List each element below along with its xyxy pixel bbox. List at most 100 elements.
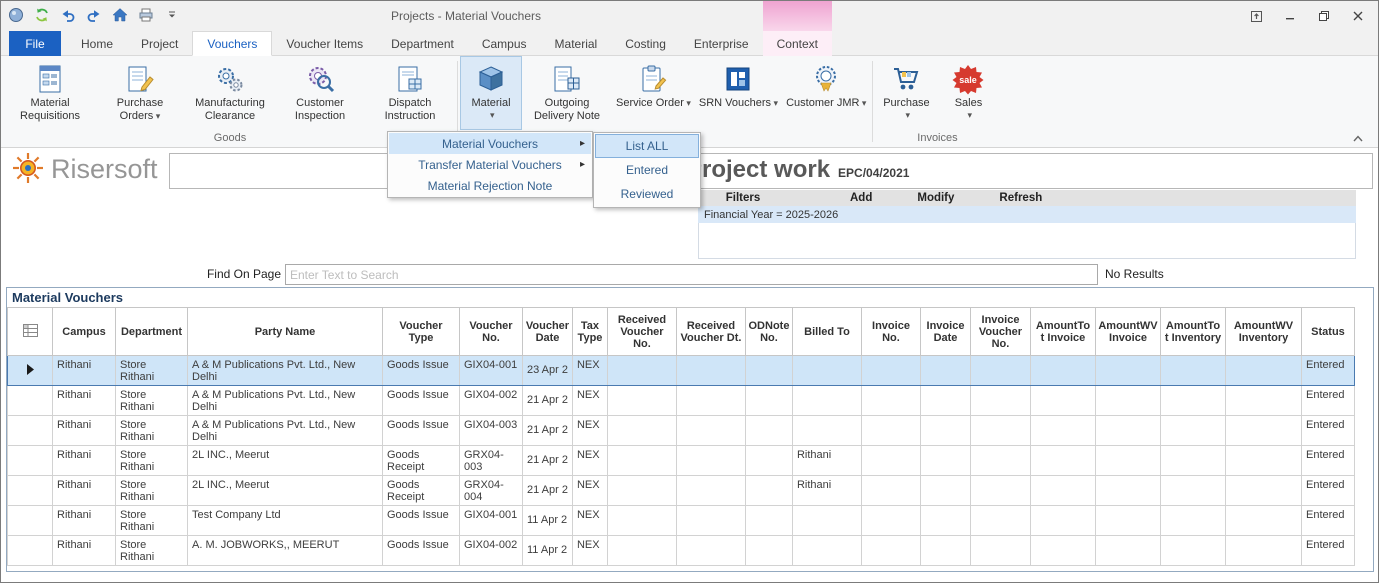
service-order-button[interactable]: Service Order ▾ xyxy=(612,56,695,130)
tab-voucher-items[interactable]: Voucher Items xyxy=(272,31,377,56)
cell xyxy=(1095,386,1160,416)
submenu-item-list-all[interactable]: List ALL xyxy=(595,134,699,158)
row-selector-header[interactable] xyxy=(8,308,53,356)
home-icon[interactable] xyxy=(111,6,129,24)
redo-icon[interactable] xyxy=(85,6,103,24)
filter-action-refresh-button[interactable]: Refresh xyxy=(999,192,1042,204)
dispatch-instruction-button[interactable]: Dispatch Instruction xyxy=(365,56,455,130)
menu-item-transfer-material-vouchers[interactable]: Transfer Material Vouchers▸ xyxy=(389,154,591,175)
app-icon[interactable] xyxy=(7,6,25,24)
column-header-invoice-no[interactable]: Invoice No. xyxy=(861,308,920,356)
customer-inspection-button[interactable]: Customer Inspection xyxy=(275,56,365,130)
material-button[interactable]: Material ▾ xyxy=(460,56,522,130)
table-row[interactable]: RithaniStore RithaniA & M Publications P… xyxy=(8,356,1355,386)
minimize-icon[interactable] xyxy=(1276,5,1304,27)
cell xyxy=(607,446,676,476)
column-header-amountwv-invoice[interactable]: AmountWV Invoice xyxy=(1095,308,1160,356)
menu-item-label: Material Vouchers xyxy=(442,137,538,151)
row-selector-cell[interactable] xyxy=(8,446,53,476)
row-selector-cell[interactable] xyxy=(8,386,53,416)
table-row[interactable]: RithaniStore RithaniA & M Publications P… xyxy=(8,416,1355,446)
outgoing-delivery-note-button[interactable]: Outgoing Delivery Note xyxy=(522,56,612,130)
srn-vouchers-button[interactable]: SRN Vouchers ▾ xyxy=(695,56,782,130)
column-header-billed-to[interactable]: Billed To xyxy=(792,308,861,356)
table-row[interactable]: RithaniStore RithaniA & M Publications P… xyxy=(8,386,1355,416)
cell: Rithani xyxy=(53,416,116,446)
cell xyxy=(745,416,792,446)
menu-item-material-rejection-note[interactable]: Material Rejection Note xyxy=(389,175,591,196)
material-requisitions-button[interactable]: Material Requisitions xyxy=(5,56,95,130)
cell: Rithani xyxy=(53,536,116,566)
cell xyxy=(607,416,676,446)
tab-campus[interactable]: Campus xyxy=(468,31,541,56)
column-header-received-voucher-dt[interactable]: Received Voucher Dt. xyxy=(676,308,745,356)
table-row[interactable]: RithaniStore Rithani2L INC., MeerutGoods… xyxy=(8,476,1355,506)
column-header-department[interactable]: Department xyxy=(116,308,188,356)
column-header-received-voucher-no[interactable]: Received Voucher No. xyxy=(607,308,676,356)
tab-context[interactable]: Context xyxy=(763,31,832,56)
row-selector-cell[interactable] xyxy=(8,536,53,566)
submenu-arrow-icon: ▸ xyxy=(580,159,585,170)
cell xyxy=(792,536,861,566)
customer-jmr-button[interactable]: Customer JMR ▾ xyxy=(782,56,870,130)
quick-access-toolbar xyxy=(7,6,181,24)
column-header-campus[interactable]: Campus xyxy=(53,308,116,356)
menu-item-material-vouchers[interactable]: Material Vouchers▸ xyxy=(389,133,591,154)
material-dropdown-menu: Material Vouchers▸Transfer Material Vouc… xyxy=(387,131,593,198)
close-icon[interactable] xyxy=(1344,5,1372,27)
column-header-invoice-voucher-no[interactable]: Invoice Voucher No. xyxy=(970,308,1030,356)
tab-vouchers[interactable]: Vouchers xyxy=(192,31,272,56)
column-header-invoice-date[interactable]: Invoice Date xyxy=(920,308,970,356)
column-header-tax-type[interactable]: Tax Type xyxy=(572,308,607,356)
table-row[interactable]: RithaniStore RithaniA. M. JOBWORKS,, MEE… xyxy=(8,536,1355,566)
column-header-amountto-t-inventory[interactable]: AmountTo t Inventory xyxy=(1160,308,1225,356)
column-header-amountto-t-invoice[interactable]: AmountTo t Invoice xyxy=(1030,308,1095,356)
column-header-status[interactable]: Status xyxy=(1301,308,1354,356)
purchase-button[interactable]: Purchase ▾ xyxy=(875,56,937,130)
column-header-odnote-no[interactable]: ODNote No. xyxy=(745,308,792,356)
sync-icon[interactable] xyxy=(33,6,51,24)
cell xyxy=(1030,416,1095,446)
column-header-voucher-date[interactable]: Voucher Date xyxy=(523,308,573,356)
tab-department[interactable]: Department xyxy=(377,31,468,56)
filter-action-add-button[interactable]: Add xyxy=(850,192,872,204)
tab-home[interactable]: Home xyxy=(67,31,127,56)
applied-filter[interactable]: Financial Year = 2025-2026 xyxy=(698,206,1356,223)
tab-costing[interactable]: Costing xyxy=(611,31,680,56)
ribbon-collapse-icon[interactable] xyxy=(1350,132,1366,144)
column-header-voucher-type[interactable]: Voucher Type xyxy=(383,308,460,356)
row-selector-cell[interactable] xyxy=(8,356,53,386)
cell: Store Rithani xyxy=(116,536,188,566)
row-selector-cell[interactable] xyxy=(8,416,53,446)
tab-file[interactable]: File xyxy=(9,31,61,56)
tab-material[interactable]: Material xyxy=(541,31,612,56)
column-header-amountwv-inventory[interactable]: AmountWV Inventory xyxy=(1225,308,1301,356)
purchase-orders-button[interactable]: Purchase Orders ▾ xyxy=(95,56,185,130)
row-selector-cell[interactable] xyxy=(8,476,53,506)
cell: 21 Apr 2 xyxy=(523,446,573,476)
row-selector-cell[interactable] xyxy=(8,506,53,536)
submenu-item-reviewed[interactable]: Reviewed xyxy=(595,182,699,206)
find-on-page-input[interactable] xyxy=(285,264,1098,285)
manufacturing-clearance-button[interactable]: Manufacturing Clearance xyxy=(185,56,275,130)
cell xyxy=(1160,446,1225,476)
tab-enterprise[interactable]: Enterprise xyxy=(680,31,763,56)
column-header-party-name[interactable]: Party Name xyxy=(188,308,383,356)
find-on-page-bar: Find On Page No Results xyxy=(1,263,1378,285)
cell xyxy=(676,356,745,386)
print-icon[interactable] xyxy=(137,6,155,24)
cell xyxy=(920,506,970,536)
sales-button[interactable]: saleSales ▾ xyxy=(937,56,999,130)
qat-dropdown-icon[interactable] xyxy=(163,6,181,24)
restore-icon[interactable] xyxy=(1310,5,1338,27)
filter-action-modify-button[interactable]: Modify xyxy=(917,192,954,204)
undo-icon[interactable] xyxy=(59,6,77,24)
column-header-voucher-no[interactable]: Voucher No. xyxy=(460,308,523,356)
popout-icon[interactable] xyxy=(1242,5,1270,27)
tab-project[interactable]: Project xyxy=(127,31,192,56)
cell xyxy=(920,536,970,566)
table-row[interactable]: RithaniStore Rithani2L INC., MeerutGoods… xyxy=(8,446,1355,476)
cell: Entered xyxy=(1301,356,1354,386)
table-row[interactable]: RithaniStore RithaniTest Company LtdGood… xyxy=(8,506,1355,536)
submenu-item-entered[interactable]: Entered xyxy=(595,158,699,182)
